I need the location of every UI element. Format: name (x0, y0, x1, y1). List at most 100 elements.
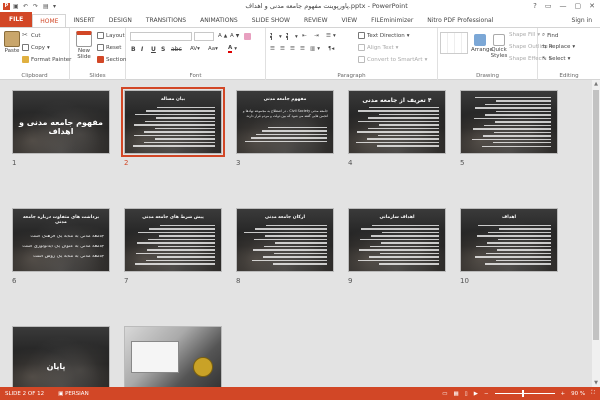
slide-thumbnail-2[interactable]: بیان مساله (121, 87, 225, 157)
slide-thumbnail-9[interactable]: اهداف سازمانی (348, 208, 446, 272)
tab-animations[interactable]: ANIMATIONS (193, 14, 245, 27)
tab-fileminimizer[interactable]: FILEminimizer (364, 14, 420, 27)
reading-view-icon[interactable]: ▯ (465, 391, 468, 397)
tab-file[interactable]: FILE (0, 12, 33, 27)
font-group: A ▲ A ▼ B I U S abc AV▾ Aa▾ A ▾ Font (126, 28, 266, 80)
slide-title: اهداف سازمانی (379, 215, 415, 220)
tab-review[interactable]: REVIEW (297, 14, 335, 27)
font-color-button[interactable]: A ▾ (228, 45, 237, 53)
font-size-box[interactable] (194, 32, 214, 41)
tab-nitro-pdf-professional[interactable]: Nitro PDF Professional (420, 14, 500, 27)
slide-thumbnail-8[interactable]: ارکان جامعه مدنی (236, 208, 334, 272)
maximize-button[interactable]: ▢ (575, 2, 582, 10)
font-name-box[interactable] (130, 32, 192, 41)
save-icon[interactable]: ▣ (13, 3, 20, 10)
zoom-out-button[interactable]: − (484, 391, 489, 397)
slide-number: 7 (124, 277, 129, 285)
customize-qat-icon[interactable]: ▾ (53, 3, 60, 10)
vertical-scrollbar[interactable]: ▲ ▼ (592, 80, 600, 387)
arrange-button[interactable]: Arrange (471, 34, 493, 53)
align-text-button[interactable]: Align Text ▾ (358, 44, 398, 51)
line-spacing-button[interactable]: ☰ ▾ (326, 33, 336, 39)
zoom-slider-knob[interactable] (521, 390, 524, 397)
slide-thumbnail-3[interactable]: مفهوم جامعه مدنی جامعه مدنی Civil Society… (236, 90, 334, 154)
shadow-button[interactable]: S (161, 46, 165, 53)
proofing-icon: ▣ (58, 390, 64, 397)
numbering-button[interactable]: ▾ (286, 33, 298, 40)
shape-fill-button[interactable]: Shape Fill ▾ (509, 32, 540, 38)
convert-smartart-button[interactable]: Convert to SmartArt ▾ (358, 56, 427, 63)
slide-sorter-view-icon[interactable]: ▦ (453, 391, 458, 397)
justify-button[interactable]: ☰ (300, 46, 305, 52)
new-slide-button[interactable]: New Slide (72, 31, 96, 60)
fit-slide-icon[interactable]: ⛶ (591, 390, 595, 397)
paste-button[interactable]: Paste (2, 31, 22, 54)
slide-thumbnail-12[interactable] (124, 326, 222, 390)
align-right-button[interactable]: ☰ (290, 46, 295, 52)
zoom-slider[interactable] (494, 390, 555, 397)
format-painter-button[interactable]: Format Painter (22, 56, 71, 63)
slide-thumbnail-6[interactable]: برداشت های متفاوت درباره جامعه مدنی جامعه… (12, 208, 110, 272)
scroll-thumb[interactable] (593, 90, 599, 340)
slide-thumbnail-4[interactable]: ۴ تعریف از جامعه مدنی (348, 90, 446, 154)
slideshow-view-icon[interactable]: ▶ (474, 391, 478, 397)
slide-thumbnail-11[interactable]: پایان (12, 326, 110, 390)
replace-button[interactable]: ⇆ Replace ▾ (542, 44, 575, 50)
underline-button[interactable]: U (151, 46, 156, 53)
reset-button[interactable]: Reset (97, 44, 121, 51)
help-button[interactable]: ? (533, 2, 537, 10)
text-direction-button[interactable]: Text Direction ▾ (358, 32, 409, 39)
redo-icon[interactable]: ↷ (33, 3, 40, 10)
close-button[interactable]: ✕ (589, 2, 595, 10)
section-button[interactable]: Section (97, 56, 126, 63)
char-spacing-button[interactable]: AV▾ (190, 46, 200, 52)
select-button[interactable]: ↖ Select ▾ (542, 56, 570, 62)
clipboard-label: Clipboard (21, 73, 48, 79)
slide-number: 5 (460, 159, 465, 167)
clear-format-button[interactable] (244, 33, 251, 40)
scroll-up-icon[interactable]: ▲ (592, 80, 600, 88)
language-indicator[interactable]: ▣ PERSIAN (58, 391, 89, 397)
align-left-button[interactable]: ☰ (270, 46, 275, 52)
bullets-button[interactable]: ▾ (270, 33, 282, 40)
rtl-button[interactable]: ¶◂ (328, 46, 334, 52)
sign-in-link[interactable]: Sign in (572, 14, 600, 27)
tab-view[interactable]: VIEW (335, 14, 365, 27)
zoom-level[interactable]: 90 % (571, 391, 585, 397)
bold-button[interactable]: B (131, 46, 136, 53)
slide-thumbnail-7[interactable]: پیش شرط های جامعه مدنی (124, 208, 222, 272)
find-button[interactable]: ⌕ Find (542, 32, 558, 39)
ribbon-display-button[interactable]: ▭ (545, 2, 552, 10)
layout-button[interactable]: Layout (97, 32, 125, 39)
align-center-button[interactable]: ☰ (280, 46, 285, 52)
slide-thumbnail-10[interactable]: اهداف (460, 208, 558, 272)
increase-indent-button[interactable]: ⇥ (314, 33, 319, 39)
tab-insert[interactable]: INSERT (66, 14, 101, 27)
start-slideshow-icon[interactable]: ▤ (43, 3, 50, 10)
zoom-in-button[interactable]: + (561, 391, 566, 397)
minimize-button[interactable]: — (560, 2, 567, 10)
bullets-icon (270, 33, 277, 40)
tab-design[interactable]: DESIGN (102, 14, 139, 27)
tab-slide-show[interactable]: SLIDE SHOW (245, 14, 297, 27)
columns-button[interactable]: ▥ ▾ (310, 46, 320, 52)
align-left-icon: ☰ (270, 46, 275, 52)
normal-view-icon[interactable]: ▭ (442, 391, 447, 397)
cut-button[interactable]: ✂ Cut (22, 32, 40, 39)
shapes-gallery[interactable] (440, 32, 468, 54)
grow-font-button[interactable]: A ▲ (218, 33, 227, 39)
italic-button[interactable]: I (141, 46, 143, 53)
slide-thumbnail-1[interactable]: مفهوم جامعه مدنی و اهداف (12, 90, 110, 154)
shrink-font-button[interactable]: A ▼ (230, 33, 239, 39)
copy-button[interactable]: Copy ▾ (22, 44, 50, 51)
strikethrough-button[interactable]: abc (171, 46, 182, 53)
quick-styles-button[interactable]: Quick Styles (490, 34, 508, 59)
undo-icon[interactable]: ↶ (23, 3, 30, 10)
change-case-button[interactable]: Aa▾ (208, 46, 218, 52)
scroll-down-icon[interactable]: ▼ (592, 379, 600, 387)
columns-icon: ▥ (310, 46, 316, 52)
tab-home[interactable]: HOME (32, 14, 67, 27)
tab-transitions[interactable]: TRANSITIONS (139, 14, 193, 27)
slide-thumbnail-5[interactable] (460, 90, 558, 154)
decrease-indent-button[interactable]: ⇤ (302, 33, 307, 39)
